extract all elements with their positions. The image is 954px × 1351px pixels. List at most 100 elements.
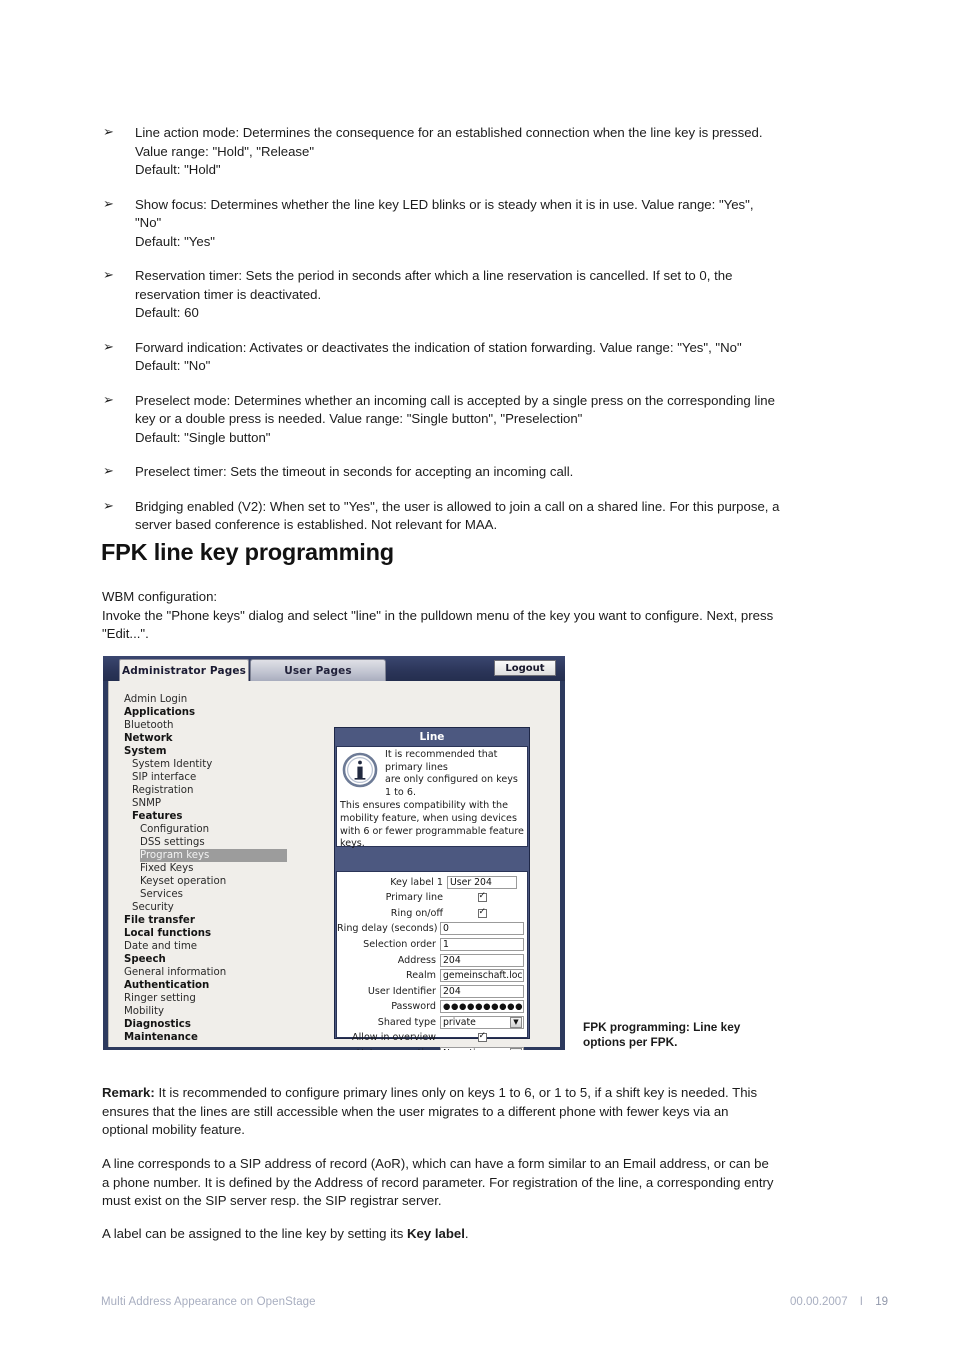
- figure-caption: FPK programming: Line key options per FP…: [583, 1020, 741, 1049]
- ring-delay-input[interactable]: 0: [440, 922, 524, 936]
- field-hot-warm-action: Hot warm action No action ▼: [337, 1046, 527, 1050]
- sidebar-item-system-identity[interactable]: System Identity: [124, 758, 334, 771]
- list-item-text: Line action mode: Determines the consequ…: [135, 125, 763, 177]
- tab-user-pages[interactable]: User Pages: [250, 659, 386, 681]
- field-primary-line: Primary line: [337, 890, 527, 905]
- key-label-paragraph: A label can be assigned to the line key …: [102, 1225, 774, 1244]
- sidebar-item-registration[interactable]: Registration: [124, 784, 334, 797]
- field-label: Realm: [405, 970, 436, 982]
- sidebar-item-bluetooth[interactable]: Bluetooth: [124, 719, 334, 732]
- field-label: Key label 1: [390, 876, 443, 888]
- list-item-text: Preselect mode: Determines whether an in…: [135, 392, 775, 445]
- sidebar-item-fixed-keys[interactable]: Fixed Keys: [124, 862, 334, 875]
- tab-administrator-pages[interactable]: Administrator Pages: [119, 659, 249, 681]
- field-ring-onoff: Ring on/off: [337, 906, 527, 920]
- arrow-bullet-icon: ➢: [103, 392, 114, 408]
- sidebar-item-applications[interactable]: Applications: [124, 706, 334, 719]
- sidebar-item-local-functions[interactable]: Local functions: [124, 927, 334, 940]
- list-item: ➢ Show focus: Determines whether the lin…: [103, 196, 783, 252]
- arrow-bullet-icon: ➢: [103, 498, 114, 514]
- sidebar-item-security[interactable]: Security: [124, 901, 334, 914]
- list-item: ➢ Forward indication: Activates or deact…: [103, 339, 783, 376]
- list-item-text: Reservation timer: Sets the period in se…: [135, 268, 733, 320]
- sidebar-item-speech[interactable]: Speech: [124, 953, 334, 966]
- info-text-bottom: This ensures compatibility with the mobi…: [340, 800, 524, 850]
- shared-type-select[interactable]: private ▼: [440, 1015, 524, 1029]
- sidebar-item-features[interactable]: Features: [124, 810, 334, 823]
- sidebar-item-sip-interface[interactable]: SIP interface: [124, 771, 334, 784]
- ring-onoff-checkbox[interactable]: [477, 906, 487, 918]
- page-footer: Multi Address Appearance on OpenStage 00…: [0, 1296, 954, 1316]
- footer-page-number: 19: [875, 1296, 888, 1308]
- key-label-bold: Key label: [406, 1226, 465, 1241]
- sidebar-item-authentication[interactable]: Authentication: [124, 979, 334, 992]
- list-item: ➢ Reservation timer: Sets the period in …: [103, 267, 783, 323]
- field-address: Address 204: [337, 953, 527, 967]
- sidebar-item-admin-login[interactable]: Admin Login: [124, 693, 334, 706]
- sidebar-item-maintenance[interactable]: Maintenance: [124, 1031, 334, 1044]
- arrow-bullet-icon: ➢: [103, 464, 114, 479]
- field-label: Address: [397, 954, 436, 966]
- sidebar-item-diagnostics[interactable]: Diagnostics: [124, 1018, 334, 1031]
- sidebar-item-program-keys-wrap: Program keys: [124, 849, 334, 862]
- field-ring-delay: Ring delay (seconds) 0: [337, 922, 527, 936]
- field-label: Password: [391, 1001, 436, 1013]
- footer-meta: 00.00.2007 I 19: [781, 1296, 888, 1308]
- info-box: It is recommended that primary lines are…: [336, 746, 528, 850]
- list-item-text: Forward indication: Activates or deactiv…: [135, 339, 742, 374]
- field-label: Hot warm action: [337, 1048, 440, 1050]
- panel-title: Line: [419, 731, 445, 743]
- list-item: ➢ Line action mode: Determines the conse…: [103, 124, 783, 180]
- sidebar-item-date-and-time[interactable]: Date and time: [124, 940, 334, 953]
- sidebar-item-network[interactable]: Network: [124, 732, 334, 745]
- field-selection-order: Selection order 1: [337, 937, 527, 951]
- arrow-bullet-icon: ➢: [103, 196, 114, 212]
- sidebar-item-mobility[interactable]: Mobility: [124, 1005, 334, 1018]
- remark-label: Remark:: [102, 1085, 155, 1100]
- line-form: Key label 1 User 204 Primary line Ring o…: [336, 871, 528, 1050]
- sidebar-item-keyset-operation[interactable]: Keyset operation: [124, 875, 334, 888]
- sidebar-item-snmp[interactable]: SNMP: [124, 797, 334, 810]
- aor-paragraph: A line corresponds to a SIP address of r…: [102, 1156, 774, 1209]
- wbm-content-area: Admin Login Applications Bluetooth Netwo…: [108, 681, 560, 1050]
- hot-warm-action-value: No action: [443, 1048, 487, 1050]
- list-item: ➢ Bridging enabled (V2): When set to "Ye…: [103, 498, 783, 535]
- sidebar-item-general-information[interactable]: General information: [124, 966, 334, 979]
- section-heading: FPK line key programming: [101, 539, 394, 565]
- field-realm: Realm gemeinschaft.local: [337, 968, 527, 983]
- selection-order-input[interactable]: 1: [440, 938, 524, 951]
- sidebar-item-program-keys[interactable]: Program keys: [140, 849, 288, 862]
- password-input[interactable]: ●●●●●●●●●●: [440, 1000, 524, 1014]
- sidebar-item-configuration[interactable]: Configuration: [124, 823, 334, 836]
- wbm-sidebar: Admin Login Applications Bluetooth Netwo…: [124, 693, 334, 1044]
- sidebar-item-ringer-setting[interactable]: Ringer setting: [124, 992, 334, 1005]
- field-label: User Identifier: [367, 985, 436, 997]
- footer-document-title: Multi Address Appearance on OpenStage: [101, 1296, 316, 1308]
- realm-input[interactable]: gemeinschaft.local: [440, 969, 524, 983]
- field-allow-in-overview: Allow in overview: [337, 1030, 527, 1045]
- sidebar-item-dss-settings[interactable]: DSS settings: [124, 836, 334, 849]
- chevron-down-icon: ▼: [510, 1048, 522, 1050]
- key-label-input[interactable]: User 204: [447, 875, 517, 889]
- list-item-text: Preselect timer: Sets the timeout in sec…: [135, 464, 574, 479]
- sidebar-item-file-transfer[interactable]: File transfer: [124, 914, 334, 927]
- sidebar-item-system[interactable]: System: [124, 745, 334, 758]
- footer-date: 00.00.2007: [790, 1296, 848, 1308]
- line-dialog-panel: Line It is recommended that primary line…: [334, 727, 530, 1050]
- logout-button[interactable]: Logout: [494, 660, 556, 676]
- sidebar-item-services[interactable]: Services: [124, 888, 334, 901]
- field-user-identifier: User Identifier 204: [337, 984, 527, 998]
- hot-warm-action-select[interactable]: No action ▼: [440, 1047, 524, 1050]
- field-label: Selection order: [363, 939, 436, 950]
- allow-in-overview-checkbox[interactable]: [477, 1030, 487, 1043]
- field-label: Allow in overview: [352, 1032, 436, 1044]
- address-input[interactable]: 204: [440, 953, 524, 967]
- field-label: Shared type: [377, 1016, 436, 1028]
- info-text-top: It is recommended that primary lines are…: [385, 749, 518, 798]
- field-key-label: Key label 1 User 204: [337, 875, 527, 889]
- primary-line-checkbox[interactable]: [477, 890, 487, 903]
- field-shared-type: Shared type private ▼: [337, 1015, 527, 1029]
- shared-type-value: private: [443, 1016, 476, 1028]
- user-identifier-input[interactable]: 204: [440, 984, 524, 998]
- key-label-post: .: [464, 1226, 469, 1241]
